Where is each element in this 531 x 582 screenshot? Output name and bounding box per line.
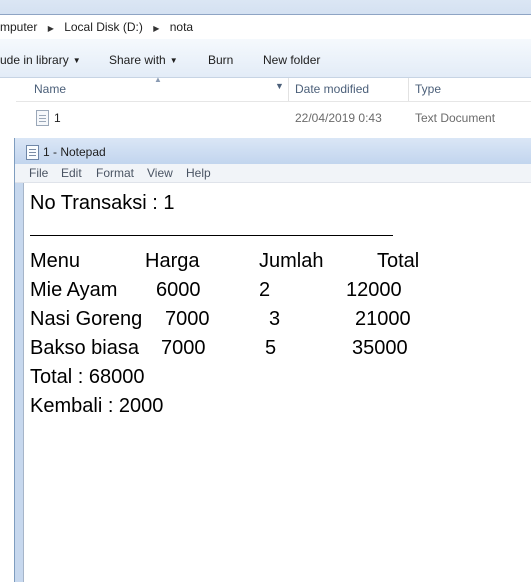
header-quantity: Jumlah	[259, 250, 324, 272]
change-amount: Kembali : 2000	[30, 395, 164, 417]
column-name[interactable]: Name	[34, 82, 66, 96]
menu-view[interactable]: View	[147, 166, 173, 180]
notepad-window: 1 - Notepad File Edit Format View Help N…	[14, 138, 531, 582]
row-price: 7000	[165, 308, 210, 330]
notepad-title: 1 - Notepad	[43, 145, 106, 159]
new-folder-label: New folder	[263, 53, 321, 67]
row-quantity: 5	[265, 337, 277, 359]
menu-edit[interactable]: Edit	[61, 166, 82, 180]
new-folder-button[interactable]: New folder	[263, 53, 320, 67]
breadcrumb-nota[interactable]: nota	[166, 15, 197, 39]
breadcrumb-separator-icon[interactable]: ▶	[150, 17, 162, 41]
row-total: 35000	[352, 337, 408, 359]
menu-help[interactable]: Help	[186, 166, 211, 180]
breadcrumb-separator-icon[interactable]: ▶	[45, 17, 57, 41]
burn-button[interactable]: Burn	[208, 53, 233, 67]
separator-line	[30, 235, 393, 236]
include-in-library-button[interactable]: ude in library ▼	[0, 53, 81, 67]
header-menu: Menu	[30, 250, 81, 272]
row-menu: Bakso biasa	[30, 337, 139, 359]
column-divider[interactable]	[408, 78, 409, 101]
column-date-modified[interactable]: Date modified	[295, 82, 369, 96]
column-divider[interactable]	[288, 78, 289, 101]
breadcrumb-local-disk[interactable]: Local Disk (D:)	[60, 15, 147, 39]
row-total: 21000	[355, 308, 411, 330]
row-price: 7000	[161, 337, 206, 359]
column-type[interactable]: Type	[415, 82, 441, 96]
share-with-button[interactable]: Share with ▼	[109, 53, 178, 67]
file-list-header: ▲ Name ▼ Date modified Type	[16, 75, 531, 102]
header-total: Total	[377, 250, 420, 272]
row-menu: Nasi Goreng	[30, 308, 143, 330]
explorer-toolbar: ude in library ▼ Share with ▼ Burn New fol…	[0, 39, 531, 78]
notepad-menu-bar: File Edit Format View Help	[15, 164, 531, 183]
notepad-icon	[26, 145, 39, 160]
breadcrumb-computer[interactable]: mputer	[0, 15, 41, 39]
row-quantity: 2	[259, 279, 271, 301]
share-with-label: Share with	[109, 53, 166, 67]
include-in-library-label: ude in library	[0, 53, 69, 67]
column-dropdown-icon[interactable]: ▼	[275, 81, 284, 91]
notepad-title-bar[interactable]: 1 - Notepad	[15, 138, 531, 164]
row-price: 6000	[156, 279, 201, 301]
menu-file[interactable]: File	[29, 166, 48, 180]
row-total: 12000	[346, 279, 402, 301]
file-row[interactable]: 1 22/04/2019 0:43 Text Document	[16, 106, 531, 130]
file-date-modified: 22/04/2019 0:43	[295, 111, 382, 125]
header-price: Harga	[145, 250, 200, 272]
grand-total: Total : 68000	[30, 366, 145, 388]
chevron-down-icon: ▼	[169, 56, 178, 65]
file-type: Text Document	[415, 111, 496, 125]
notepad-text-area[interactable]: No Transaksi : 1 Menu Harga Jumlah Total…	[23, 183, 531, 582]
text-file-icon	[36, 110, 49, 126]
sort-ascending-icon: ▲	[154, 75, 162, 84]
explorer-address-bar: mputer ▶ Local Disk (D:) ▶ nota	[0, 0, 531, 39]
file-name: 1	[54, 111, 61, 125]
row-quantity: 3	[269, 308, 281, 330]
transaction-number: No Transaksi : 1	[30, 192, 175, 214]
breadcrumb[interactable]: mputer ▶ Local Disk (D:) ▶ nota	[0, 14, 531, 39]
burn-label: Burn	[208, 53, 234, 67]
row-menu: Mie Ayam	[30, 279, 118, 301]
menu-format[interactable]: Format	[96, 166, 134, 180]
chevron-down-icon: ▼	[72, 56, 81, 65]
